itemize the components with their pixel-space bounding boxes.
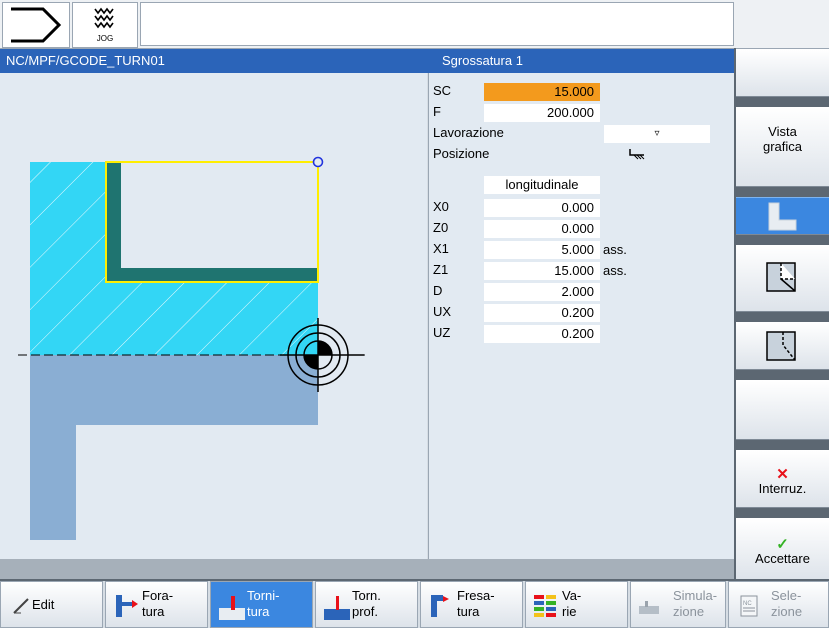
roughing-longitudinal-button[interactable] xyxy=(736,197,829,235)
direction-select[interactable]: longitudinale xyxy=(484,176,600,194)
jog-wave-icon xyxy=(94,7,114,29)
param-label-x1: X1 xyxy=(433,241,449,256)
program-path: NC/MPF/GCODE_TURN01 xyxy=(6,53,165,68)
milling-softkey[interactable]: Fresa- tura xyxy=(420,581,523,628)
position-corner-icon xyxy=(629,149,645,160)
message-line xyxy=(0,559,734,579)
simulation-label-2: zione xyxy=(673,604,705,619)
l-shape-icon xyxy=(768,202,797,231)
cycle-title: Sgrossatura 1 xyxy=(442,53,523,68)
misc-label-2: rie xyxy=(562,604,577,619)
accept-label: Accettare xyxy=(755,551,810,566)
param-label-sc: SC xyxy=(433,83,452,98)
machining-select[interactable]: ▿ xyxy=(604,125,710,143)
roughing-parallel-button[interactable] xyxy=(736,322,829,370)
drilling-label-2: tura xyxy=(142,604,165,619)
drilling-softkey[interactable]: Fora- tura xyxy=(105,581,208,628)
contour-turning-label-2: prof. xyxy=(352,604,379,619)
milling-label-1: Fresa- xyxy=(457,588,495,603)
interrupt-button[interactable]: ✕ Interruz. xyxy=(736,450,829,508)
z0-field[interactable]: 0.000 xyxy=(484,220,600,238)
simulation-softkey[interactable]: Simula- zione xyxy=(630,581,726,628)
turning-icon xyxy=(219,596,245,620)
edit-softkey[interactable]: Edit xyxy=(0,581,103,628)
simulation-label-1: Simula- xyxy=(673,588,718,603)
program-control-button[interactable] xyxy=(2,2,70,48)
param-label-machining: Lavorazione xyxy=(433,125,504,140)
pencil-icon xyxy=(13,598,29,614)
svg-text:NC: NC xyxy=(743,601,752,607)
x1-field[interactable]: 5.000 xyxy=(484,241,600,259)
z1-field[interactable]: 15.000 xyxy=(484,262,600,280)
depth-field[interactable]: 2.000 xyxy=(484,283,600,301)
parameter-panel: SC 15.000 F 200.000 Lavorazione ▿ Posizi… xyxy=(428,73,735,559)
contour-turning-label-1: Torn. xyxy=(352,588,381,603)
edit-label: Edit xyxy=(32,597,55,612)
checkmark-icon: ✓ xyxy=(776,536,789,553)
roughing-face-button[interactable] xyxy=(736,245,829,312)
misc-softkey[interactable]: Va- rie xyxy=(525,581,628,628)
milling-icon xyxy=(431,595,449,617)
program-header: NC/MPF/GCODE_TURN01 Sgrossatura 1 xyxy=(0,49,734,73)
param-label-ux: UX xyxy=(433,304,452,319)
param-label-z0: Z0 xyxy=(433,220,449,235)
contour-turning-softkey[interactable]: Torn. prof. xyxy=(315,581,418,628)
select-softkey[interactable]: NC Sele- zione xyxy=(728,581,829,628)
contour-outline xyxy=(105,161,319,283)
program-flag-icon xyxy=(11,7,62,43)
finish-allowance xyxy=(106,162,318,282)
turning-label-1: Torni- xyxy=(247,588,280,603)
sc-field[interactable]: 15.000 xyxy=(484,83,600,101)
x0-field[interactable]: 0.000 xyxy=(484,199,600,217)
z1-unit[interactable]: ass. xyxy=(603,263,627,278)
status-field xyxy=(140,2,734,46)
param-label-d: D xyxy=(433,283,443,298)
param-label-z1: Z1 xyxy=(433,262,449,277)
feed-field[interactable]: 200.000 xyxy=(484,104,600,122)
select-label-2: zione xyxy=(771,604,803,619)
graphic-view-label-2: grafica xyxy=(762,139,803,154)
top-toolbar: JOG xyxy=(0,0,829,49)
param-label-x0: X0 xyxy=(433,199,449,214)
cross-icon: ✕ xyxy=(776,466,789,483)
misc-label-1: Va- xyxy=(562,588,582,603)
simulation-icon xyxy=(639,601,659,614)
drilling-icon xyxy=(116,595,138,617)
roughing-help-graphic xyxy=(18,156,365,540)
part-profile xyxy=(30,355,318,540)
face-contour-icon xyxy=(766,262,796,292)
right-softkey-6[interactable] xyxy=(736,380,829,440)
turning-softkey[interactable]: Torni- tura xyxy=(210,581,313,628)
x1-unit[interactable]: ass. xyxy=(603,242,627,257)
right-softkey-1[interactable] xyxy=(736,49,829,97)
contour-turning-icon xyxy=(324,596,350,620)
graphic-view-button[interactable]: Vista grafica xyxy=(736,107,829,187)
turning-label-2: tura xyxy=(247,604,270,619)
drilling-label-1: Fora- xyxy=(142,588,174,603)
param-label-f: F xyxy=(433,104,441,119)
cycle-graphic xyxy=(0,73,427,559)
milling-label-2: tura xyxy=(457,604,480,619)
param-label-position: Posizione xyxy=(433,146,490,161)
interrupt-label: Interruz. xyxy=(758,481,807,496)
graphic-view-label-1: Vista xyxy=(768,124,797,139)
misc-blocks-icon xyxy=(534,595,556,617)
nc-file-icon: NC xyxy=(740,595,758,617)
jog-mode-label: JOG xyxy=(96,34,114,43)
param-label-uz: UZ xyxy=(433,325,451,340)
parallel-contour-icon xyxy=(766,331,796,361)
jog-mode-button[interactable]: JOG xyxy=(72,2,138,48)
accept-button[interactable]: ✓ Accettare xyxy=(736,518,829,581)
uz-field[interactable]: 0.200 xyxy=(484,325,600,343)
position-toggle[interactable] xyxy=(627,145,647,165)
select-label-1: Sele- xyxy=(771,588,802,603)
start-point-marker xyxy=(312,156,324,168)
ux-field[interactable]: 0.200 xyxy=(484,304,600,322)
